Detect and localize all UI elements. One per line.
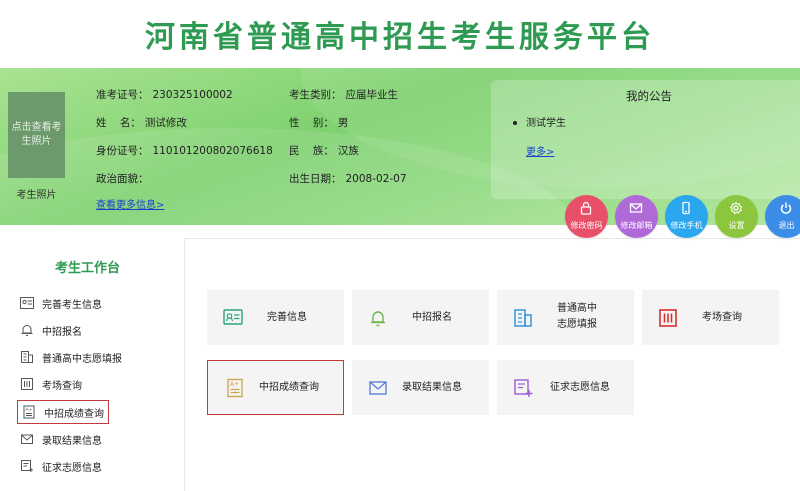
tile-registration-label: 中招报名 [412, 312, 452, 323]
score-sheet-icon: A+ [227, 378, 243, 398]
content-divider [184, 238, 185, 491]
student-photo-caption: 考生照片 [16, 190, 57, 201]
gear-icon [729, 201, 743, 215]
mail-icon [21, 434, 33, 444]
change-password-button[interactable]: 修改密码 [565, 195, 608, 238]
info-id-number: 身份证号： 110101200802076618 [96, 145, 273, 157]
notice-title: 我的公告 [626, 89, 672, 103]
building-icon [21, 351, 33, 363]
change-email-label: 修改邮箱 [620, 221, 653, 230]
settings-button[interactable]: 设置 [715, 195, 758, 238]
add-list-icon [514, 379, 533, 397]
id-card-icon [223, 309, 243, 325]
id-card-icon [20, 297, 34, 309]
tile-exam-room-label: 考场查询 [702, 312, 742, 323]
sidebar-item-supplementary-volunteer[interactable]: 征求志愿信息 [20, 455, 102, 477]
add-list-icon [21, 460, 33, 472]
info-gender: 性 别：男 [289, 117, 349, 129]
info-exam-number: 准考证号： 230325100002 [96, 89, 233, 101]
notice-more-link[interactable]: 更多> [526, 143, 554, 158]
tile-complete-info-label: 完善信息 [267, 312, 307, 323]
info-political-status: 政治面貌： [96, 173, 149, 185]
view-more-info-link[interactable]: 查看更多信息> [96, 196, 164, 211]
svg-text:A+: A+ [230, 381, 239, 388]
tile-admission-result[interactable]: 录取结果信息 [352, 360, 489, 415]
tile-supplementary-volunteer-label: 征求志愿信息 [550, 382, 610, 393]
tile-supplementary-volunteer[interactable]: 征求志愿信息 [497, 360, 634, 415]
lock-icon [580, 201, 592, 215]
sidebar-item-admission-result[interactable]: 录取结果信息 [20, 428, 102, 450]
bell-icon [21, 325, 33, 336]
notice-panel: 我的公告 测试学生 更多> [491, 80, 800, 199]
notice-item[interactable]: 测试学生 [513, 114, 566, 129]
change-email-button[interactable]: 修改邮箱 [615, 195, 658, 238]
tile-volunteer-application-label: 普通高中 志愿填报 [557, 303, 597, 330]
building-icon [514, 309, 532, 327]
content-top-line [184, 238, 800, 239]
bell-icon [371, 311, 385, 327]
change-phone-label: 修改手机 [670, 221, 703, 230]
sidebar-item-score-query[interactable]: A+ 中招成绩查询 [17, 400, 109, 424]
title-bar: 河南省普通高中招生考生服务平台 [0, 0, 800, 68]
sidebar-item-complete-info[interactable]: 完善考生信息 [20, 292, 102, 314]
mail-icon [369, 381, 387, 395]
logout-label: 退出 [778, 221, 795, 230]
change-password-label: 修改密码 [570, 221, 603, 230]
info-ethnicity: 民 族： 汉族 [289, 145, 359, 157]
tile-registration[interactable]: 中招报名 [352, 290, 489, 345]
tile-admission-result-label: 录取结果信息 [402, 382, 462, 393]
mail-icon [629, 203, 643, 213]
logout-button[interactable]: 退出 [765, 195, 800, 238]
tile-score-query-label: 中招成绩查询 [259, 382, 319, 393]
sidebar-title: 考生工作台 [54, 261, 120, 276]
tile-score-query[interactable]: A+ 中招成绩查询 [207, 360, 344, 415]
sidebar-item-exam-room[interactable]: 考场查询 [20, 373, 82, 395]
student-photo-text: 点击查看考生照片 [11, 122, 62, 147]
info-name: 姓 名： 测试修改 [96, 117, 187, 129]
tile-complete-info[interactable]: 完善信息 [207, 290, 344, 345]
student-photo[interactable]: 点击查看考生照片 [8, 92, 65, 178]
svg-text:A+: A+ [26, 407, 33, 413]
score-sheet-icon: A+ [23, 405, 35, 419]
exam-room-icon [659, 309, 677, 327]
change-phone-button[interactable]: 修改手机 [665, 195, 708, 238]
info-student-type: 考生类别： 应届毕业生 [289, 89, 398, 101]
settings-label: 设置 [728, 221, 745, 230]
site-title: 河南省普通高中招生考生服务平台 [145, 20, 655, 55]
phone-icon [682, 201, 690, 215]
tile-exam-room[interactable]: 考场查询 [642, 290, 779, 345]
sidebar-item-registration[interactable]: 中招报名 [20, 319, 82, 341]
power-icon [780, 202, 792, 214]
exam-room-icon [21, 378, 33, 390]
tile-volunteer-application[interactable]: 普通高中 志愿填报 [497, 290, 634, 345]
info-birth-date: 出生日期： 2008-02-07 [289, 173, 407, 185]
sidebar-item-volunteer-application[interactable]: 普通高中志愿填报 [20, 346, 122, 368]
